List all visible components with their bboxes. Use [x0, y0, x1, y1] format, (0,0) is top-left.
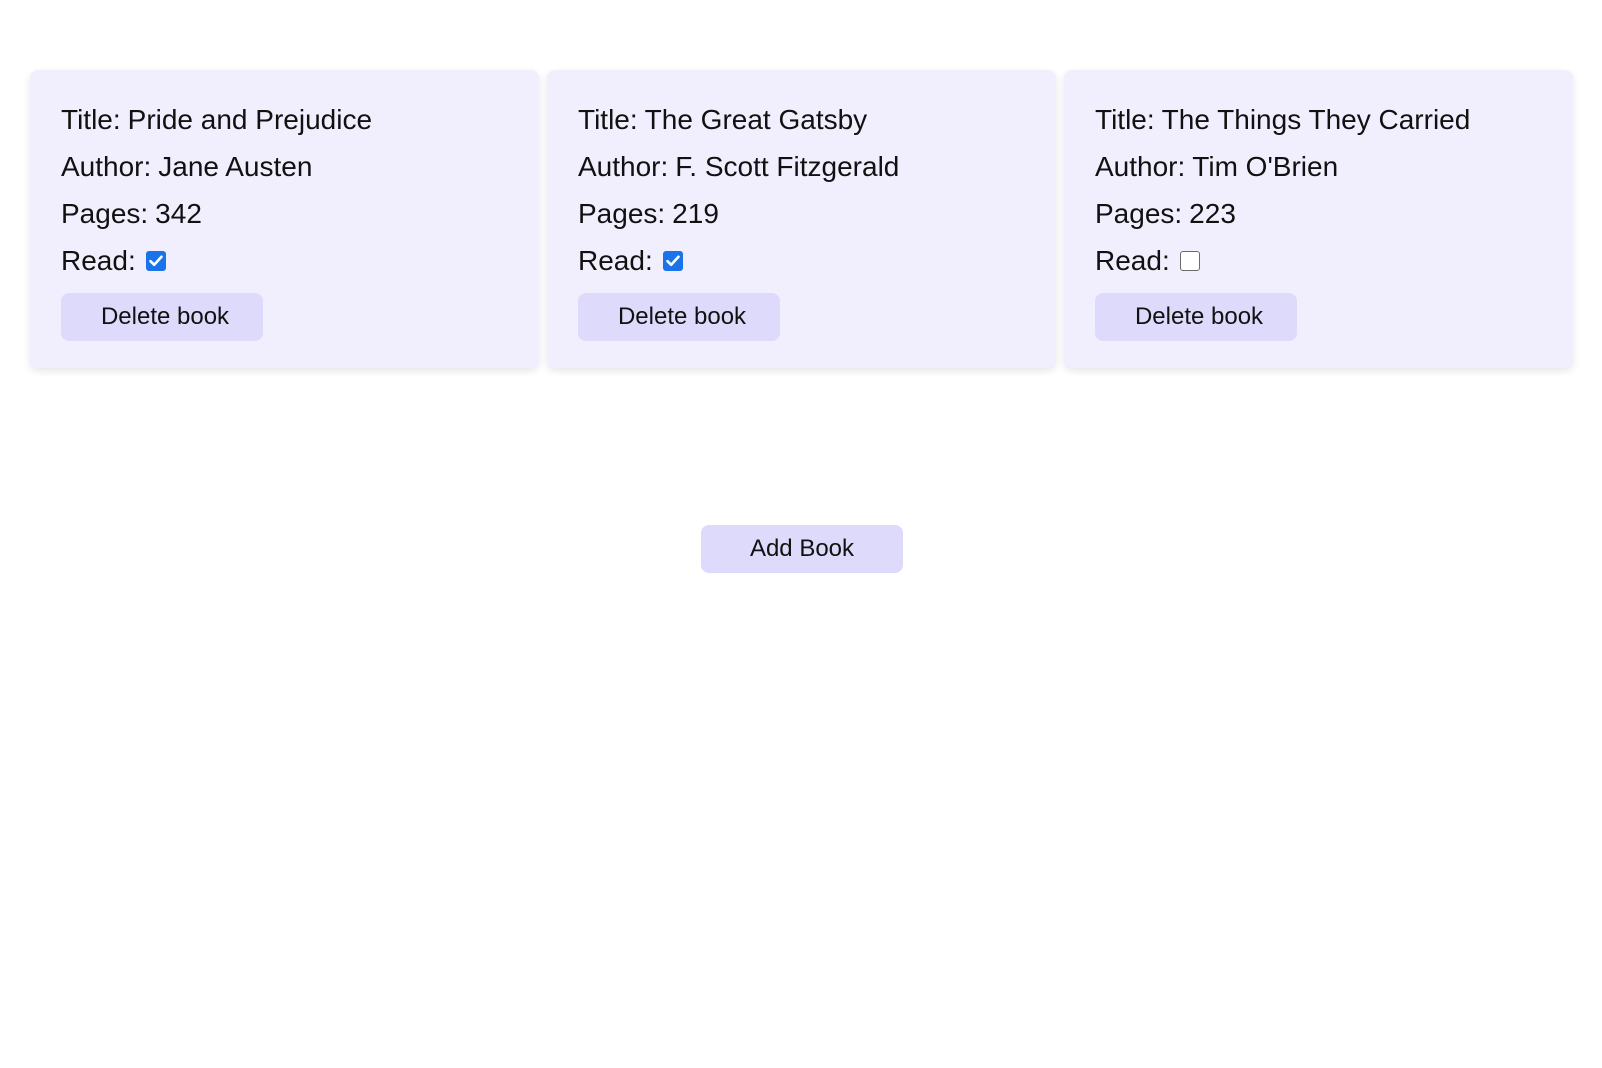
checkmark-icon	[148, 255, 163, 266]
book-card: Title: Pride and Prejudice Author: Jane …	[30, 70, 539, 368]
book-title: The Great Gatsby	[644, 104, 868, 135]
read-label: Read:	[61, 245, 136, 276]
book-title-line: Title: The Things They Carried	[1095, 96, 1573, 143]
book-pages: 342	[155, 198, 202, 229]
read-label: Read:	[1095, 245, 1170, 276]
book-card: Title: The Great Gatsby Author: F. Scott…	[547, 70, 1056, 368]
read-checkbox[interactable]	[145, 250, 166, 271]
book-pages: 219	[672, 198, 719, 229]
book-title: The Things They Carried	[1161, 104, 1471, 135]
book-read-line: Read:	[578, 237, 1056, 284]
title-label: Title:	[578, 104, 638, 135]
add-book-button[interactable]: Add Book	[701, 525, 903, 573]
book-read-line: Read:	[1095, 237, 1573, 284]
book-title: Pride and Prejudice	[127, 104, 373, 135]
pages-label: Pages:	[578, 198, 666, 229]
delete-book-button[interactable]: Delete book	[1095, 293, 1297, 341]
read-checkbox[interactable]	[662, 250, 683, 271]
book-title-line: Title: The Great Gatsby	[578, 96, 1056, 143]
book-author-line: Author: Tim O'Brien	[1095, 143, 1573, 190]
pages-label: Pages:	[61, 198, 149, 229]
author-label: Author:	[61, 151, 152, 182]
book-author-line: Author: Jane Austen	[61, 143, 539, 190]
title-label: Title:	[1095, 104, 1155, 135]
delete-book-button[interactable]: Delete book	[61, 293, 263, 341]
book-author: F. Scott Fitzgerald	[675, 151, 900, 182]
author-label: Author:	[1095, 151, 1186, 182]
book-author: Jane Austen	[158, 151, 313, 182]
book-card: Title: The Things They Carried Author: T…	[1064, 70, 1573, 368]
read-label: Read:	[578, 245, 653, 276]
book-pages-line: Pages: 219	[578, 190, 1056, 237]
book-author-line: Author: F. Scott Fitzgerald	[578, 143, 1056, 190]
read-checkbox[interactable]	[1179, 250, 1200, 271]
book-pages: 223	[1189, 198, 1236, 229]
book-author: Tim O'Brien	[1192, 151, 1339, 182]
book-pages-line: Pages: 342	[61, 190, 539, 237]
delete-book-button[interactable]: Delete book	[578, 293, 780, 341]
book-library: Title: Pride and Prejudice Author: Jane …	[30, 70, 1575, 368]
author-label: Author:	[578, 151, 669, 182]
pages-label: Pages:	[1095, 198, 1183, 229]
title-label: Title:	[61, 104, 121, 135]
book-title-line: Title: Pride and Prejudice	[61, 96, 539, 143]
book-read-line: Read:	[61, 237, 539, 284]
book-pages-line: Pages: 223	[1095, 190, 1573, 237]
checkmark-icon	[665, 255, 680, 266]
